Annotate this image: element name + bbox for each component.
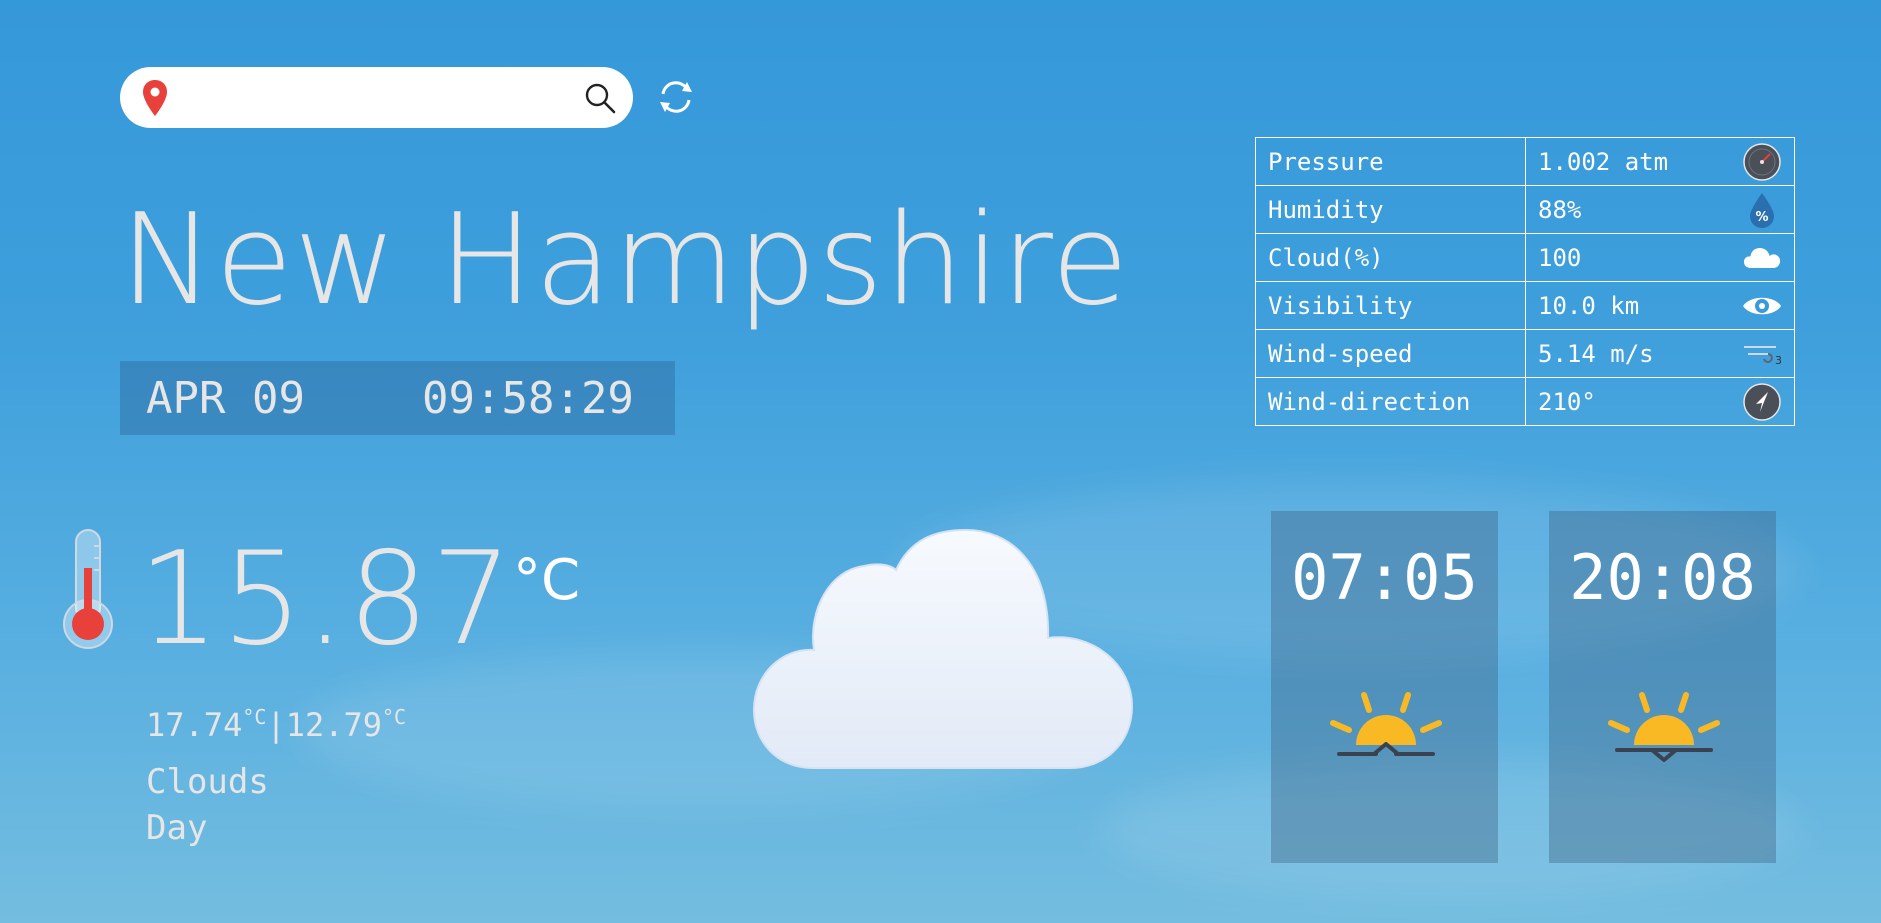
current-date: APR 09	[146, 373, 305, 424]
search-bar	[120, 67, 633, 128]
min-temperature: 12.79	[285, 706, 383, 744]
stat-row-wind-speed: Wind-speed 5.14 m/s 3	[1255, 329, 1795, 378]
current-time: 09:58:29	[422, 373, 634, 424]
stat-row-visibility: Visibility 10.0 km	[1255, 281, 1795, 330]
weather-cloud-icon	[752, 528, 1134, 769]
weather-stats-table: Pressure 1.002 atm Humidity 88% % Cloud(…	[1255, 137, 1795, 426]
refresh-icon[interactable]	[656, 77, 696, 117]
thermometer-icon	[63, 529, 113, 649]
day-part: Day	[146, 808, 208, 848]
current-temperature: 15.87	[138, 525, 515, 674]
stat-label: Pressure	[1255, 137, 1526, 186]
temperature-unit: °C	[513, 548, 581, 613]
stat-label: Visibility	[1255, 281, 1526, 330]
stat-value: 1.002 atm	[1538, 147, 1669, 176]
min-max-temperature: 17.74°C|12.79°C	[146, 705, 406, 744]
sunset-card: 20:08	[1549, 511, 1776, 863]
gauge-icon	[1743, 142, 1781, 181]
weather-condition: Clouds	[146, 762, 269, 802]
search-icon[interactable]	[583, 81, 617, 115]
sunset-icon	[1608, 692, 1720, 762]
stat-row-pressure: Pressure 1.002 atm	[1255, 137, 1795, 186]
wind-icon: 3	[1744, 345, 1782, 367]
max-temperature-unit: °C	[242, 705, 267, 729]
stat-label: Cloud(%)	[1255, 233, 1526, 282]
stat-label: Wind-speed	[1255, 329, 1526, 378]
compass-icon	[1743, 382, 1781, 421]
stat-value: 210°	[1538, 387, 1596, 416]
cloud-icon	[1744, 247, 1781, 268]
stat-value: 100	[1538, 243, 1582, 272]
search-input[interactable]	[182, 81, 566, 115]
svg-text:3: 3	[1775, 354, 1782, 367]
stat-row-humidity: Humidity 88% %	[1255, 185, 1795, 234]
stat-value: 5.14 m/s	[1538, 339, 1654, 368]
stat-value: 10.0 km	[1538, 291, 1640, 320]
stat-row-cloud: Cloud(%) 100	[1255, 233, 1795, 282]
stat-label: Wind-direction	[1255, 377, 1526, 426]
min-temperature-unit: °C	[382, 705, 407, 729]
min-max-separator: |	[266, 706, 286, 744]
sunrise-time: 07:05	[1291, 541, 1478, 614]
svg-text:%: %	[1755, 210, 1768, 225]
sunrise-icon	[1330, 692, 1442, 756]
max-temperature: 17.74	[146, 706, 243, 744]
sunset-time: 20:08	[1569, 541, 1756, 614]
datetime-panel: APR 09 09:58:29	[120, 361, 675, 435]
humidity-drop-icon: %	[1750, 192, 1774, 228]
stat-row-wind-direction: Wind-direction 210°	[1255, 377, 1795, 426]
stat-label: Humidity	[1255, 185, 1526, 234]
sunrise-card: 07:05	[1271, 511, 1498, 863]
eye-icon	[1743, 297, 1781, 314]
location-pin-icon	[143, 80, 167, 116]
city-name: New Hampshire	[120, 186, 1130, 333]
stat-value: 88%	[1538, 195, 1582, 224]
